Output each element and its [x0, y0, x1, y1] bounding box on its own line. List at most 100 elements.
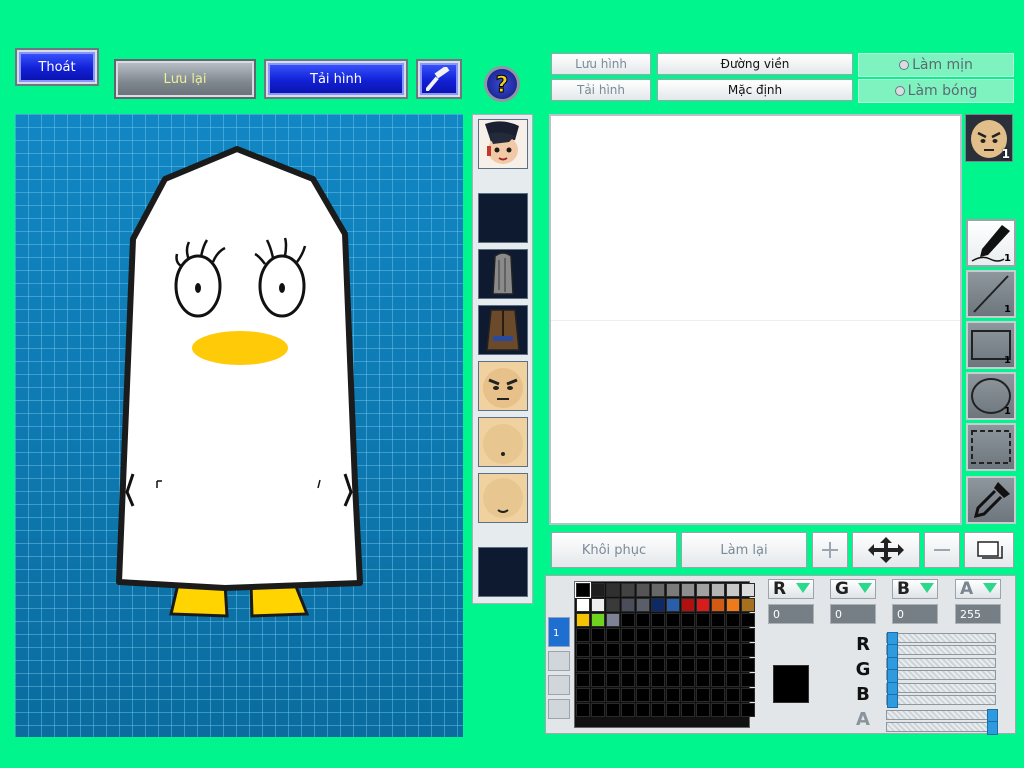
slider-a2-thumb[interactable] [987, 721, 998, 735]
palette-swatch[interactable] [606, 643, 620, 657]
help-button[interactable]: ? [484, 66, 520, 102]
palette-swatch[interactable] [606, 673, 620, 687]
channel-a-dropdown[interactable]: A [955, 579, 1001, 599]
palette-swatch[interactable] [621, 628, 635, 642]
palette-swatch[interactable] [636, 703, 650, 717]
eyedropper-tool[interactable] [966, 476, 1016, 524]
shine-toggle[interactable]: Làm bóng [858, 79, 1014, 103]
palette-swatch[interactable] [666, 658, 680, 672]
palette-swatch[interactable] [696, 628, 710, 642]
part-thumb-face-1[interactable] [478, 361, 528, 411]
palette-swatch[interactable] [726, 598, 740, 612]
palette-swatch[interactable] [696, 583, 710, 597]
palette-swatch[interactable] [636, 598, 650, 612]
palette-swatch[interactable] [621, 688, 635, 702]
character-canvas[interactable] [15, 114, 463, 737]
palette-swatch[interactable] [726, 703, 740, 717]
part-thumb-empty-1[interactable] [478, 193, 528, 243]
slider-g[interactable] [886, 657, 996, 671]
palette-swatch[interactable] [621, 613, 635, 627]
g-value[interactable]: 0 [830, 604, 876, 624]
palette-swatch[interactable] [726, 583, 740, 597]
layer-tab-4[interactable] [548, 699, 570, 719]
part-thumb-empty-2[interactable] [478, 547, 528, 597]
slider-a-2[interactable] [886, 721, 998, 735]
part-thumb-avatar[interactable] [478, 119, 528, 169]
save-image-button[interactable]: Lưu hình [551, 53, 651, 75]
exit-button[interactable]: Thoát [15, 48, 99, 86]
palette-swatch[interactable] [606, 703, 620, 717]
palette-swatch[interactable] [681, 643, 695, 657]
palette-swatch[interactable] [726, 673, 740, 687]
palette-swatch[interactable] [711, 598, 725, 612]
palette-swatch[interactable] [576, 598, 590, 612]
palette-swatch[interactable] [681, 688, 695, 702]
pen-tool[interactable]: 1 [966, 219, 1016, 267]
palette-swatch[interactable] [711, 673, 725, 687]
palette-swatch[interactable] [741, 613, 755, 627]
palette-swatch[interactable] [711, 643, 725, 657]
palette-swatch[interactable] [696, 658, 710, 672]
palette-swatch[interactable] [741, 643, 755, 657]
part-thumb-body[interactable] [478, 305, 528, 355]
palette-swatch[interactable] [696, 703, 710, 717]
reload-button[interactable]: Tải hình [264, 59, 408, 99]
palette-swatch[interactable] [591, 673, 605, 687]
palette-swatch[interactable] [681, 658, 695, 672]
part-thumb-face-3[interactable] [478, 473, 528, 523]
layer-tab-2[interactable] [548, 651, 570, 671]
layers-button[interactable] [964, 532, 1014, 568]
palette-swatch[interactable] [636, 628, 650, 642]
channel-g-dropdown[interactable]: G [830, 579, 876, 599]
slider-b2-thumb[interactable] [887, 694, 898, 708]
restore-button[interactable]: Khôi phục [551, 532, 677, 568]
palette-swatch[interactable] [576, 628, 590, 642]
palette-swatch[interactable] [621, 673, 635, 687]
palette-swatch[interactable] [666, 583, 680, 597]
palette-swatch[interactable] [651, 628, 665, 642]
slider-r-2[interactable] [886, 644, 996, 658]
palette-swatch[interactable] [576, 688, 590, 702]
palette-swatch[interactable] [666, 703, 680, 717]
palette-swatch[interactable] [606, 598, 620, 612]
hammer-button[interactable] [416, 59, 462, 99]
layer-tab-1[interactable]: 1 [548, 617, 570, 647]
palette-swatch[interactable] [741, 628, 755, 642]
palette-swatch[interactable] [576, 643, 590, 657]
palette-swatch[interactable] [606, 613, 620, 627]
palette-swatch[interactable] [591, 628, 605, 642]
r-value[interactable]: 0 [768, 604, 814, 624]
palette-swatch[interactable] [576, 613, 590, 627]
palette-swatch[interactable] [711, 688, 725, 702]
palette-swatch[interactable] [711, 613, 725, 627]
palette-swatch[interactable] [591, 613, 605, 627]
palette-swatch[interactable] [741, 673, 755, 687]
part-thumb-hair[interactable] [478, 249, 528, 299]
rect-tool[interactable]: 1 [966, 321, 1016, 369]
palette-swatch[interactable] [681, 583, 695, 597]
palette-swatch[interactable] [666, 613, 680, 627]
palette-swatch[interactable] [621, 643, 635, 657]
palette-swatch[interactable] [726, 628, 740, 642]
palette-swatch[interactable] [681, 613, 695, 627]
part-thumb-face-2[interactable] [478, 417, 528, 467]
line-tool[interactable]: 1 [966, 270, 1016, 318]
slider-b[interactable] [886, 682, 996, 696]
palette-swatch[interactable] [636, 658, 650, 672]
palette-swatch[interactable] [681, 673, 695, 687]
palette-swatch[interactable] [666, 688, 680, 702]
palette-swatch[interactable] [666, 643, 680, 657]
zoom-out-button[interactable] [924, 532, 960, 568]
palette-swatch[interactable] [606, 628, 620, 642]
palette-swatch[interactable] [651, 703, 665, 717]
default-button[interactable]: Mặc định [657, 79, 853, 101]
palette-swatch[interactable] [576, 658, 590, 672]
outline-button[interactable]: Đường viền [657, 53, 853, 75]
palette-swatch[interactable] [726, 643, 740, 657]
palette-swatch[interactable] [621, 583, 635, 597]
slider-r[interactable] [886, 632, 996, 646]
palette-swatch[interactable] [741, 703, 755, 717]
palette-swatch[interactable] [621, 598, 635, 612]
smooth-toggle[interactable]: Làm mịn [858, 53, 1014, 77]
palette-swatch[interactable] [681, 628, 695, 642]
